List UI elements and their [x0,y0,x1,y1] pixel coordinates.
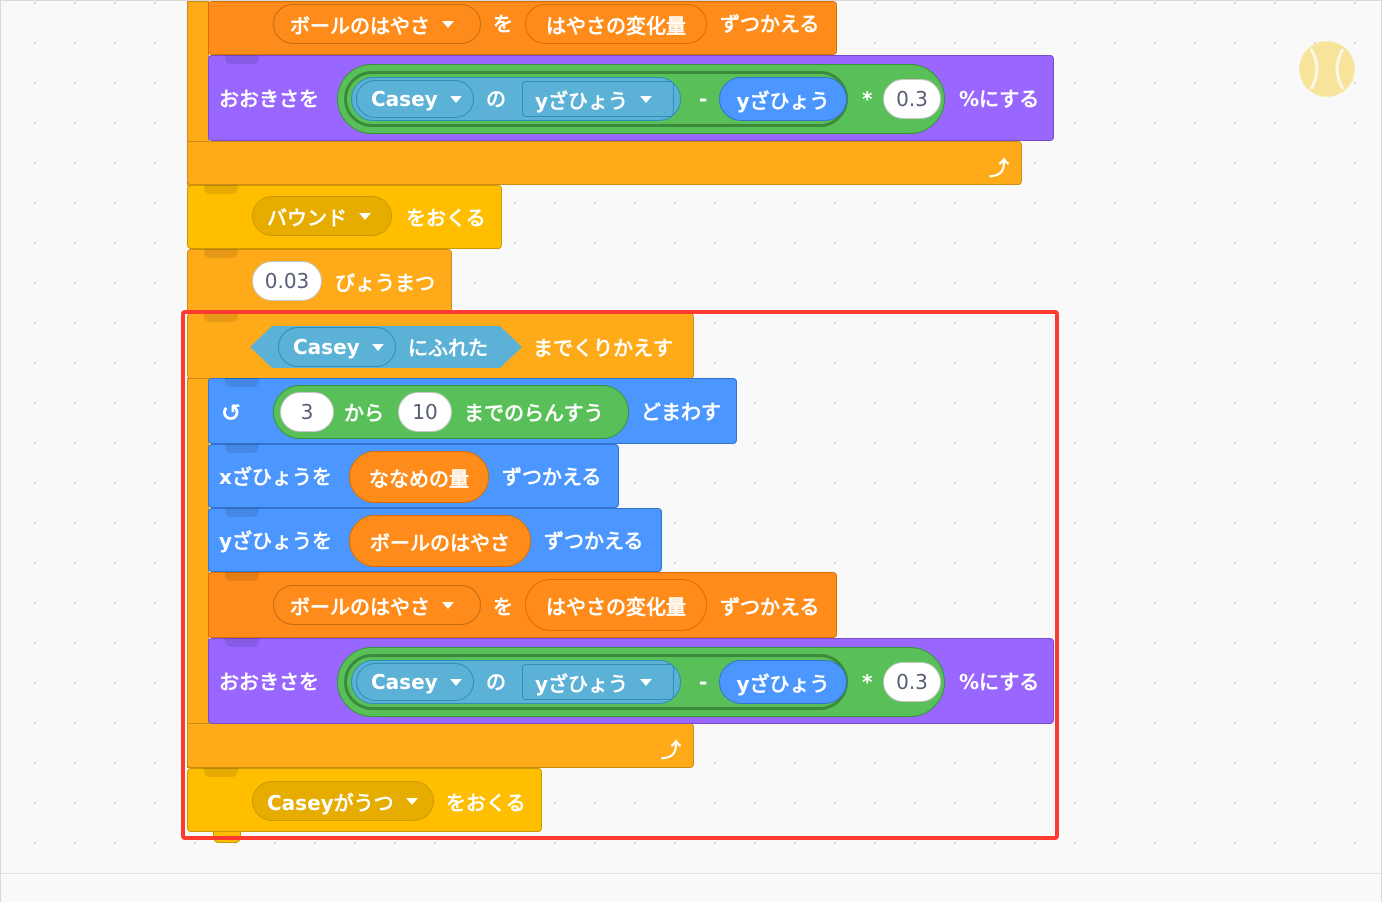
message-dropdown[interactable]: バウンド [252,196,392,236]
chevron-down-icon [449,95,462,103]
variable-name: ボールのはやさ [290,13,430,38]
chevron-down-icon [359,212,371,220]
operator-text: - [699,87,708,111]
block-text: を [493,12,513,36]
chevron-down-icon [640,95,653,103]
block-notch [204,185,238,194]
number-input[interactable]: 0.03 [252,261,322,301]
broadcast-bound-block[interactable]: バウンド をおくる [187,185,502,249]
block-text: をおくる [406,206,486,230]
reporter-text: yざひょう [736,88,830,113]
change-speed-block-1[interactable]: ボールのはやさ を はやさの変化量 ずつかえる [208,1,837,55]
attribute-dropdown[interactable]: yざひょう [522,81,674,117]
message-name: バウンド [267,205,347,230]
set-size-block-1[interactable]: おおきさを Casey の yざひょう - yざひょう * 0.3 %にする [208,55,1054,141]
number-value: 0.3 [896,87,928,111]
script-area[interactable]: ⤴ ボールのはやさ を はやさの変化量 ずつかえる おおきさを Casey の … [0,0,1382,902]
highlight-box [181,310,1059,840]
multiply-operator[interactable]: Casey の yざひょう - yざひょう * 0.3 [337,64,945,134]
block-notch [204,249,238,258]
y-position-reporter[interactable]: yざひょう [719,77,847,121]
variable-reporter[interactable]: はやさの変化量 [525,4,707,44]
loop-arrow-icon: ⤴ [989,156,1009,180]
variable-name: はやさの変化量 [546,13,686,38]
variable-dropdown[interactable]: ボールのはやさ [273,4,481,44]
wait-block[interactable]: 0.03 びょうまつ [187,249,452,313]
chevron-down-icon [442,20,454,28]
subtract-operator[interactable]: Casey の yざひょう - yざひょう [344,71,848,127]
sprite-dropdown[interactable]: Casey [356,80,474,118]
sprite-name: Casey [371,87,438,111]
number-value: 0.03 [264,269,310,293]
sensing-of-reporter[interactable]: Casey の yざひょう [351,77,681,121]
attribute-name: yざひょう [535,88,629,113]
block-label: おおきさを [219,87,319,111]
operator-text: * [862,87,873,111]
bottom-bar [1,873,1381,902]
block-text: の [486,87,506,111]
number-input[interactable]: 0.3 [883,79,941,119]
block-text: びょうまつ [335,271,435,295]
outer-loop-bottom[interactable]: ⤴ [187,141,1022,185]
block-text: ずつかえる [720,12,820,36]
block-text: %にする [959,87,1040,111]
ball-icon[interactable] [1299,41,1355,97]
block-notch [225,55,259,64]
